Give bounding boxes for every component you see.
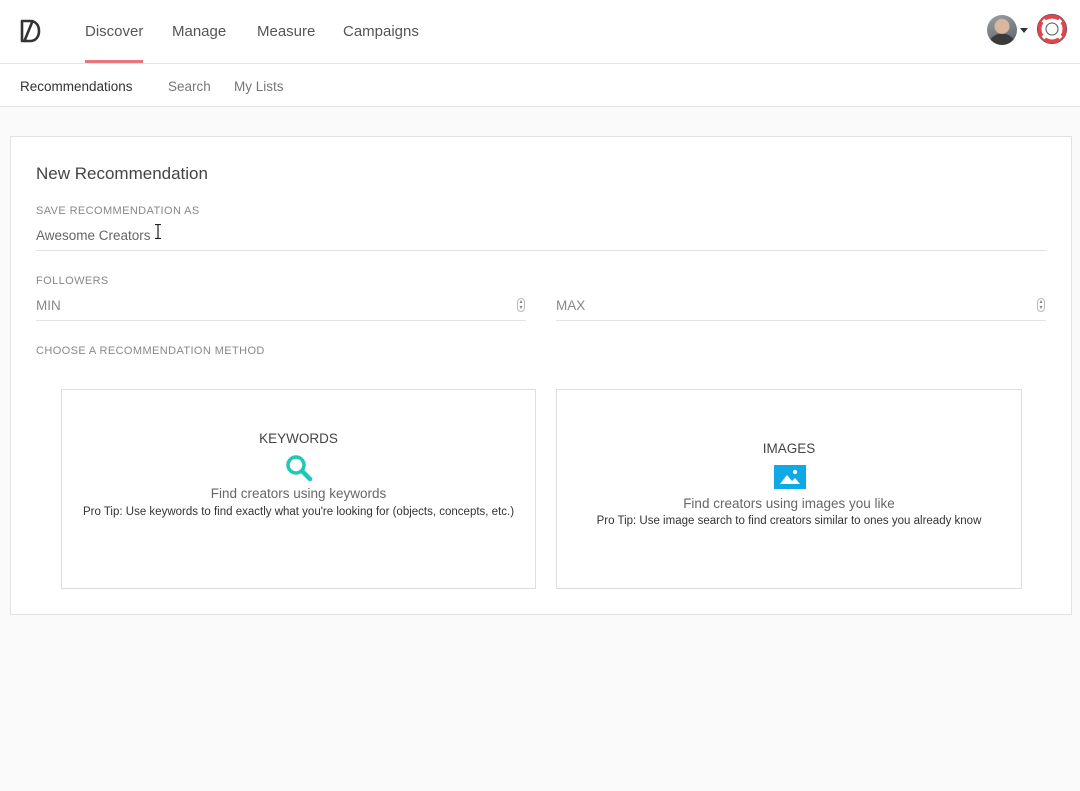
nav-tab-discover[interactable]: Discover [85,0,144,63]
sub-navbar: Recommendations Search My Lists [0,64,1080,107]
new-recommendation-card: New Recommendation SAVE RECOMMENDATION A… [10,136,1072,615]
images-title: IMAGES [762,441,816,456]
top-navbar: Discover Manage Measure Campaigns [0,0,1080,64]
recommendation-name-input[interactable] [36,221,1047,251]
keywords-pro-tip: Pro Tip: Use keywords to find exactly wh… [82,506,515,518]
text-cursor-icon [155,224,161,239]
followers-max-input[interactable] [556,291,1046,321]
brand-logo-icon[interactable] [18,18,42,44]
images-description: Find creators using images you like [683,496,895,511]
nav-tab-manage[interactable]: Manage [172,0,226,63]
followers-label: FOLLOWERS [36,275,109,287]
lifebuoy-help-icon[interactable] [1036,13,1068,45]
nav-tab-campaigns[interactable]: Campaigns [343,0,419,63]
subnav-my-lists[interactable]: My Lists [234,64,284,107]
chevron-down-icon[interactable] [1020,28,1028,33]
search-icon [286,455,313,482]
keywords-description: Find creators using keywords [210,486,387,501]
user-avatar[interactable] [987,15,1017,45]
subnav-recommendations[interactable]: Recommendations [20,64,133,107]
min-stepper-icon[interactable]: ▴ ▾ [517,298,525,312]
method-label: CHOOSE A RECOMMENDATION METHOD [36,345,265,357]
save-as-label: SAVE RECOMMENDATION AS [36,205,200,217]
keywords-method-option[interactable]: KEYWORDS Find creators using keywords Pr… [61,389,536,589]
subnav-search[interactable]: Search [168,64,211,107]
max-stepper-icon[interactable]: ▴ ▾ [1037,298,1045,312]
keywords-title: KEYWORDS [259,431,338,446]
nav-tab-measure[interactable]: Measure [257,0,315,63]
followers-min-input[interactable] [36,291,526,321]
images-method-option[interactable]: IMAGES Find creators using images you li… [556,389,1022,589]
page-title: New Recommendation [36,164,208,183]
image-icon [774,465,806,489]
images-pro-tip: Pro Tip: Use image search to find creato… [596,515,982,527]
